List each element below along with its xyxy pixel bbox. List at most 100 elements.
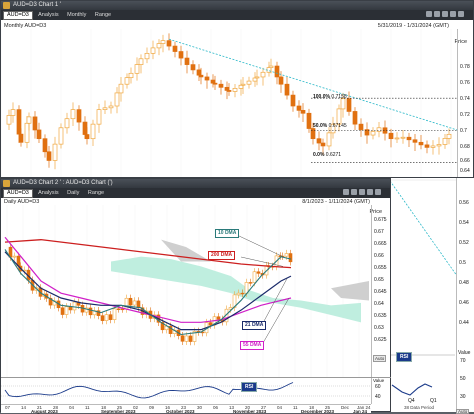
candle-body (388, 132, 394, 140)
candle-body (204, 76, 210, 81)
window1-range-menu[interactable]: Range (95, 12, 111, 18)
label-pointer (262, 297, 290, 344)
rsi-label: RSI (241, 382, 258, 392)
candle-body (108, 314, 113, 320)
bg-rsi-tick: 70 (460, 358, 466, 364)
candle-body (134, 64, 140, 74)
w1-y-tick: 0.68 (460, 144, 470, 150)
candle-body (108, 105, 114, 109)
bg-tick: 0.5 (459, 260, 466, 266)
zoom-icon[interactable] (351, 189, 357, 195)
chart-window-daily: AUD=D3 Chart 2 ' : AUD=D3 Chart (') AUD=… (0, 178, 391, 414)
candle-body (84, 134, 90, 140)
candle-body (236, 292, 241, 296)
help-icon[interactable] (458, 11, 464, 17)
x-tick-label: 11 (293, 405, 298, 410)
monthly-candlestick-chart[interactable] (1, 29, 457, 177)
window2-rsi-axis: Value 60 40 (371, 378, 391, 404)
candle-body (224, 86, 230, 91)
candle-body (184, 335, 189, 342)
window2-titlebar[interactable]: AUD=D3 Chart 2 ' : AUD=D3 Chart (') (1, 179, 390, 188)
print-icon[interactable] (450, 11, 456, 17)
x-tick-label: 09 (149, 405, 155, 410)
window2-range-menu[interactable]: Range (88, 190, 104, 196)
x-tick-label: 11 (85, 405, 90, 410)
candle-body (116, 308, 121, 310)
w1-y-tick: 0.78 (460, 64, 470, 70)
w2-y-tick: 0.65 (374, 277, 384, 283)
dma10-label: 10 DMA (215, 229, 240, 238)
candle-body (218, 83, 224, 88)
candle-body (128, 72, 134, 79)
candle-body (114, 92, 120, 107)
bg-tick: 0.48 (459, 280, 469, 286)
candle-body (104, 314, 109, 321)
w2-price-autoscale[interactable]: Auto (373, 355, 387, 362)
candle-body (72, 301, 77, 311)
window1-interval-menu[interactable]: Monthly (67, 12, 86, 18)
window2-toolbar-icons (341, 189, 381, 198)
window2-interval-menu[interactable]: Daily (67, 190, 79, 196)
candle-body (64, 118, 70, 129)
window1-symbol-input[interactable]: AUD=D3 (3, 11, 33, 20)
print-icon[interactable] (367, 189, 373, 195)
w2-y-tick: 0.645 (374, 289, 387, 295)
candle-body (278, 76, 284, 85)
candle-body (52, 143, 58, 161)
candle-body (36, 129, 42, 140)
candle-body (24, 122, 30, 143)
candle-body (112, 308, 117, 320)
w2-y-tick: 0.64 (374, 301, 384, 307)
candle-body (18, 133, 24, 143)
candle-body (216, 316, 221, 320)
window2-analysis-menu[interactable]: Analysis (38, 190, 58, 196)
window1-title: AUD=D3 Chart 1 ' (13, 2, 61, 8)
candle-body (418, 141, 424, 146)
window1-y-axis: 0.78 0.76 0.74 0.72 0.7 0.68 0.66 0.64 (457, 29, 474, 177)
window1-titlebar[interactable]: AUD=D3 Chart 1 ' (1, 1, 473, 10)
fib-50-label: 50.0% 0.67145 (313, 123, 347, 129)
background-y-axis: 0.56 0.54 0.52 0.5 0.48 0.46 0.44 Value … (456, 178, 474, 412)
candle-body (284, 253, 289, 257)
candle-body (306, 112, 312, 129)
daily-candlestick-chart[interactable] (1, 205, 371, 377)
w1-y-tick: 0.76 (460, 80, 470, 86)
draw-icon[interactable] (426, 11, 432, 17)
bg-rsi-tick: 30 (460, 394, 466, 400)
candle-body (172, 45, 178, 52)
candle-body (336, 108, 342, 125)
candle-body (166, 40, 172, 47)
candle-body (254, 76, 260, 79)
candle-body (64, 306, 69, 315)
w1-y-tick: 0.74 (460, 96, 470, 102)
bg-tick: 0.54 (459, 220, 469, 226)
candle-body (424, 144, 430, 148)
close-icon[interactable] (375, 189, 381, 195)
candle-body (430, 145, 436, 148)
candle-body (370, 131, 376, 136)
candle-body (90, 123, 96, 140)
settings-icon[interactable] (442, 11, 448, 17)
w2-rsi-tick: 60 (375, 384, 381, 390)
window1-analysis-menu[interactable]: Analysis (38, 12, 58, 18)
candle-body (96, 109, 102, 125)
candle-body (10, 109, 16, 116)
dma200-label: 200 DMA (208, 251, 236, 260)
candle-body (120, 308, 125, 311)
candle-body (100, 315, 105, 321)
candle-body (240, 83, 246, 86)
rsi-chart[interactable] (1, 378, 371, 404)
candle-body (446, 133, 452, 139)
candle-body (58, 127, 64, 145)
bg-x-label: Q1 (430, 398, 437, 404)
bg-rsi-tick: 50 (460, 376, 466, 382)
x-tick-label: 07 (5, 405, 11, 410)
candle-body (150, 47, 156, 54)
candle-body (82, 121, 88, 135)
w2-y-tick: 0.665 (374, 241, 387, 247)
w2-y-tick: 0.66 (374, 253, 384, 259)
zoom-icon[interactable] (434, 11, 440, 17)
settings-icon[interactable] (359, 189, 365, 195)
window2-symbol-input[interactable]: AUD=D3 (3, 189, 33, 198)
draw-icon[interactable] (343, 189, 349, 195)
